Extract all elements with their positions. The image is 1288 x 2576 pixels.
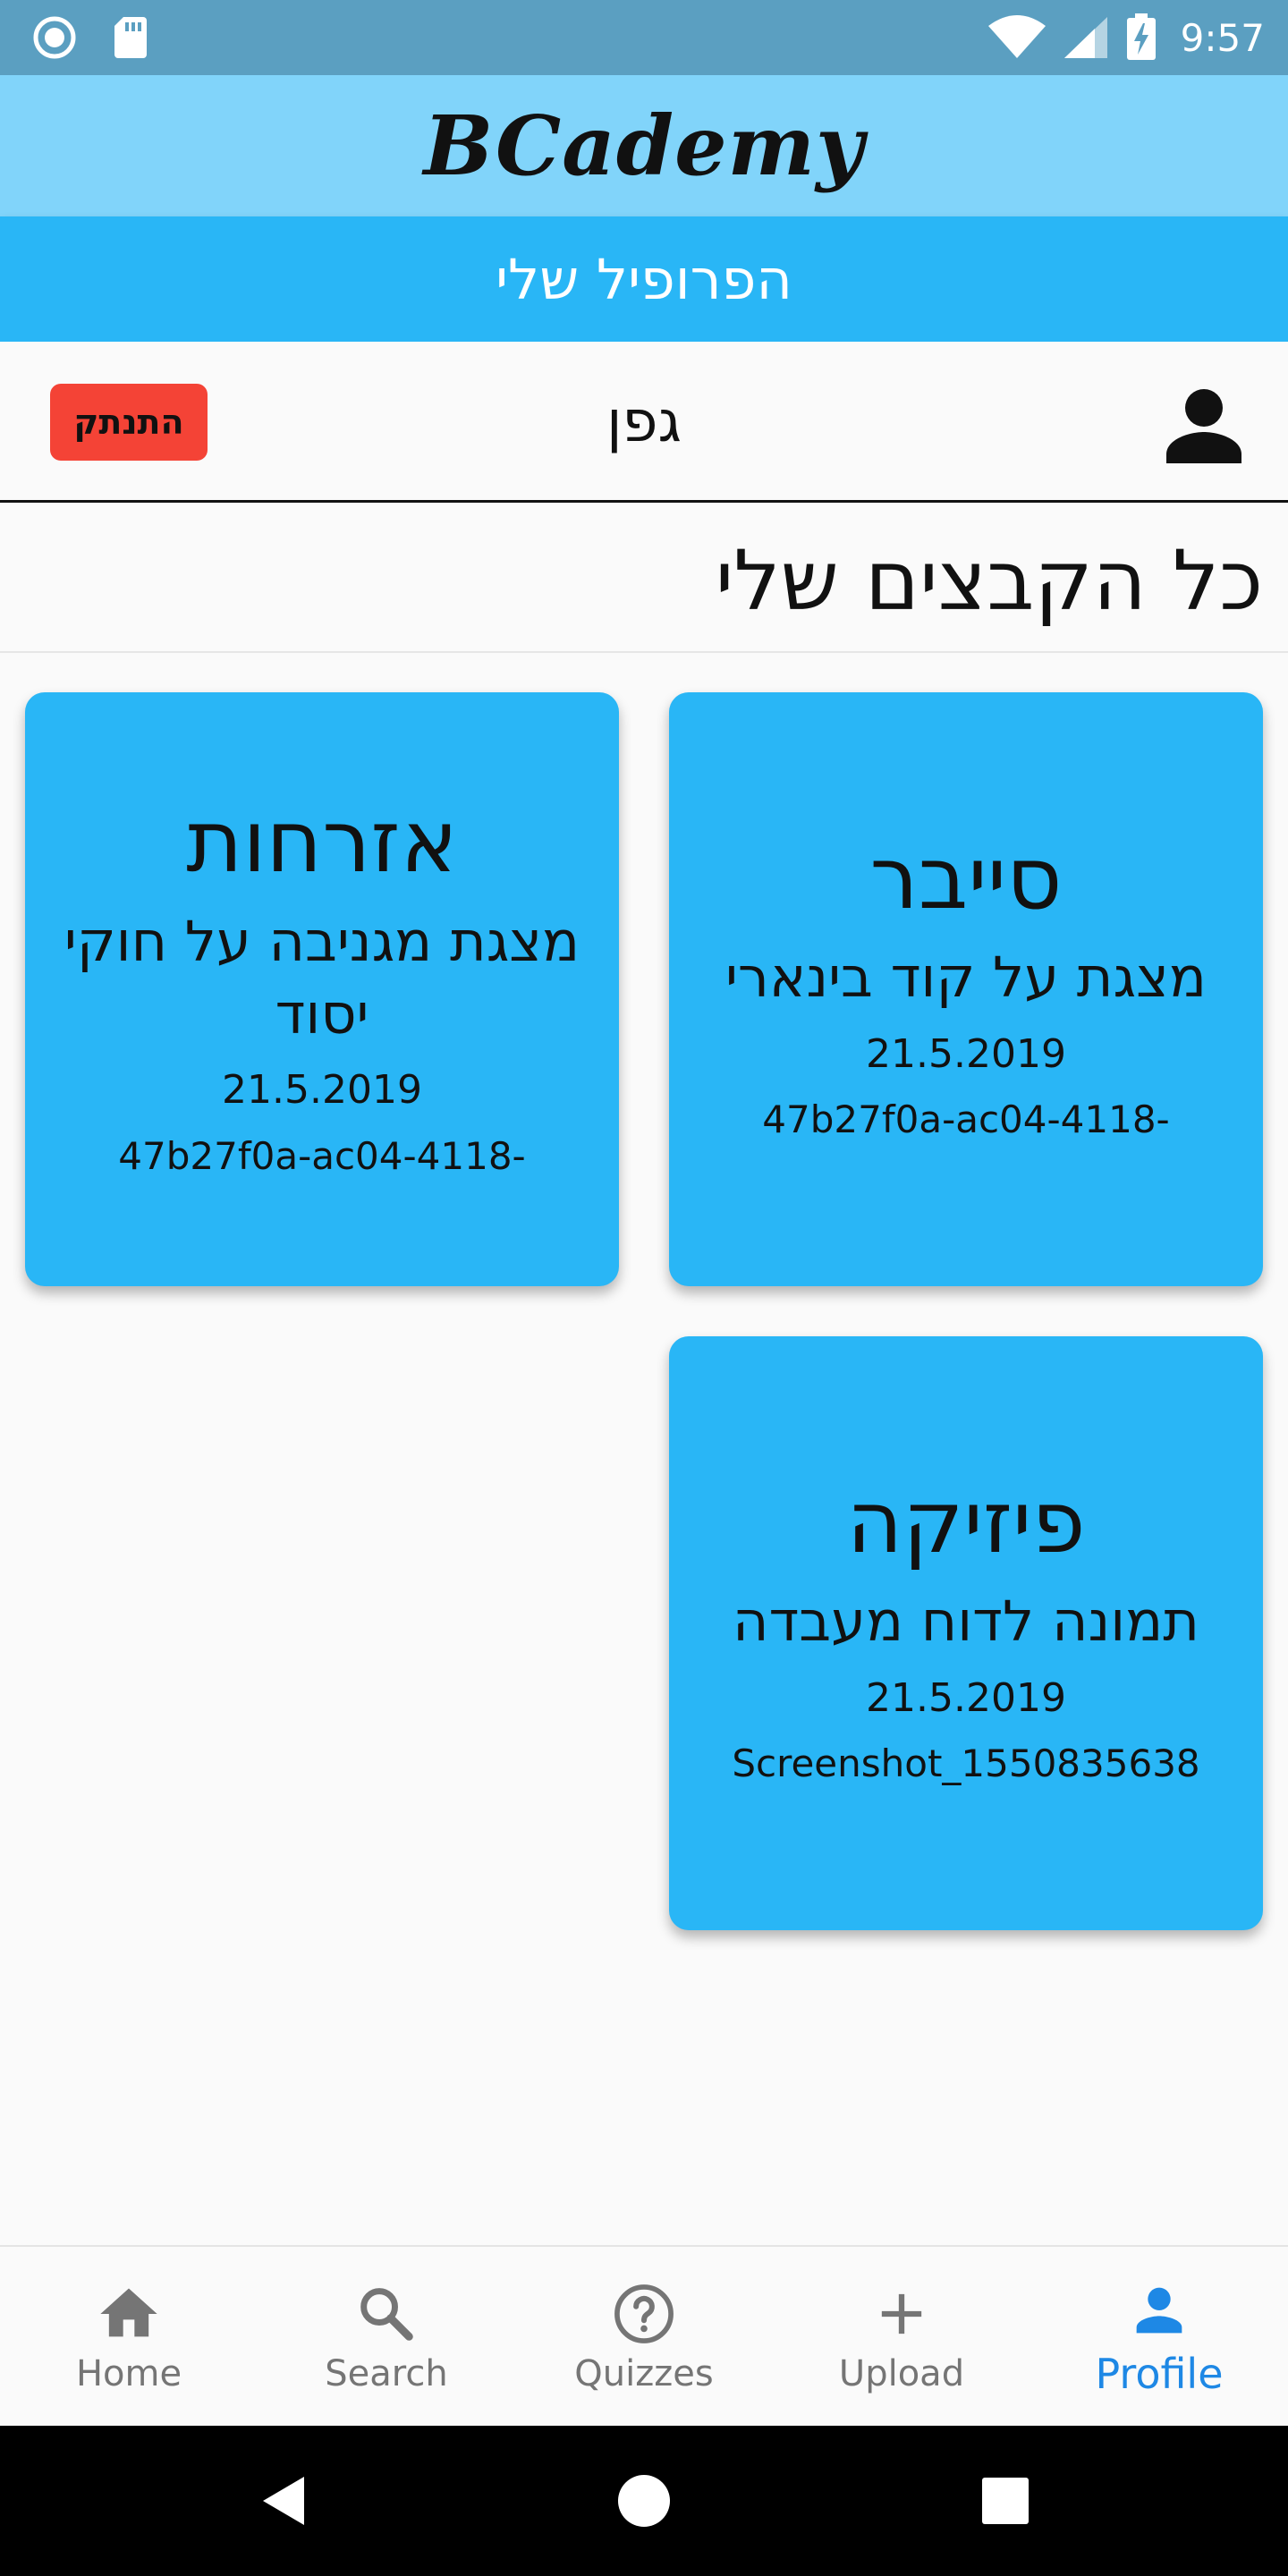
user-row-divider [0,500,1288,503]
person-icon [1136,2287,1182,2334]
card-date: 21.5.2019 [222,1067,422,1114]
system-recents-button[interactable] [970,2426,1041,2576]
nav-label: Profile [1095,2350,1224,2398]
nav-item-quizzes[interactable]: Quizzes [515,2247,773,2428]
file-card[interactable]: אזרחות מצגת מגניבה על חוקי יסוד 21.5.201… [25,692,619,1286]
card-description: מצגת מגניבה על חוקי יסוד [64,909,580,1046]
nav-item-search[interactable]: Search [258,2247,515,2428]
card-subject: אזרחות [186,792,458,893]
section-title: כל הקבצים שלי [715,532,1263,629]
back-icon [263,2477,304,2525]
card-description: תמונה לדוח מעבדה [732,1589,1200,1655]
nav-label: Quizzes [574,2353,714,2394]
card-subject: פיזיקה [846,1471,1086,1572]
bottom-nav: Home Search Quizzes Upload Profile [0,2245,1288,2428]
file-card[interactable]: סייבר מצגת על קוד בינארי 21.5.2019 47b27… [669,692,1263,1286]
user-row: התנתק גפן [0,342,1288,503]
system-home-button[interactable] [608,2426,680,2576]
person-icon [1166,389,1241,463]
page-title: הפרופיל שלי [496,246,792,312]
card-date: 21.5.2019 [866,1030,1066,1077]
app-title: BCademy [423,97,865,194]
nav-label: Home [75,2353,182,2394]
file-card[interactable]: פיזיקה תמונה לדוח מעבדה 21.5.2019 Screen… [669,1336,1263,1930]
logout-button[interactable]: התנתק [50,384,208,461]
plus-icon [881,2293,922,2334]
nav-item-profile[interactable]: Profile [1030,2247,1288,2428]
status-time: 9:57 [1180,15,1265,60]
recents-square-icon [982,2478,1029,2524]
app-bar: BCademy [0,75,1288,216]
system-back-button[interactable] [247,2426,318,2576]
battery-charging-icon [1126,13,1156,60]
status-bar: 9:57 [0,0,1288,75]
page-header: הפרופיל שלי [0,216,1288,342]
nav-label: Upload [838,2353,965,2394]
card-filename: 47b27f0a-ac04-4118- [762,1097,1170,1142]
nav-label: Search [325,2353,448,2394]
cellular-signal-icon [1063,17,1107,58]
card-filename: Screenshot_1550835638 [732,1741,1200,1786]
card-subject: סייבר [869,827,1063,928]
nav-item-upload[interactable]: Upload [773,2247,1030,2428]
card-filename: 47b27f0a-ac04-4118- [118,1133,526,1178]
home-circle-icon [618,2475,670,2527]
help-circle-icon [614,2284,674,2343]
search-icon [360,2288,413,2341]
nav-item-home[interactable]: Home [0,2247,258,2428]
card-description: מצגת על קוד בינארי [725,945,1207,1011]
system-nav-bar [0,2426,1288,2576]
sync-circle-icon [33,16,76,59]
home-icon [100,2288,157,2337]
files-section-header: כל הקבצים שלי [0,510,1288,653]
wifi-icon [987,15,1046,58]
card-date: 21.5.2019 [866,1674,1066,1721]
sd-card-icon [114,17,147,58]
